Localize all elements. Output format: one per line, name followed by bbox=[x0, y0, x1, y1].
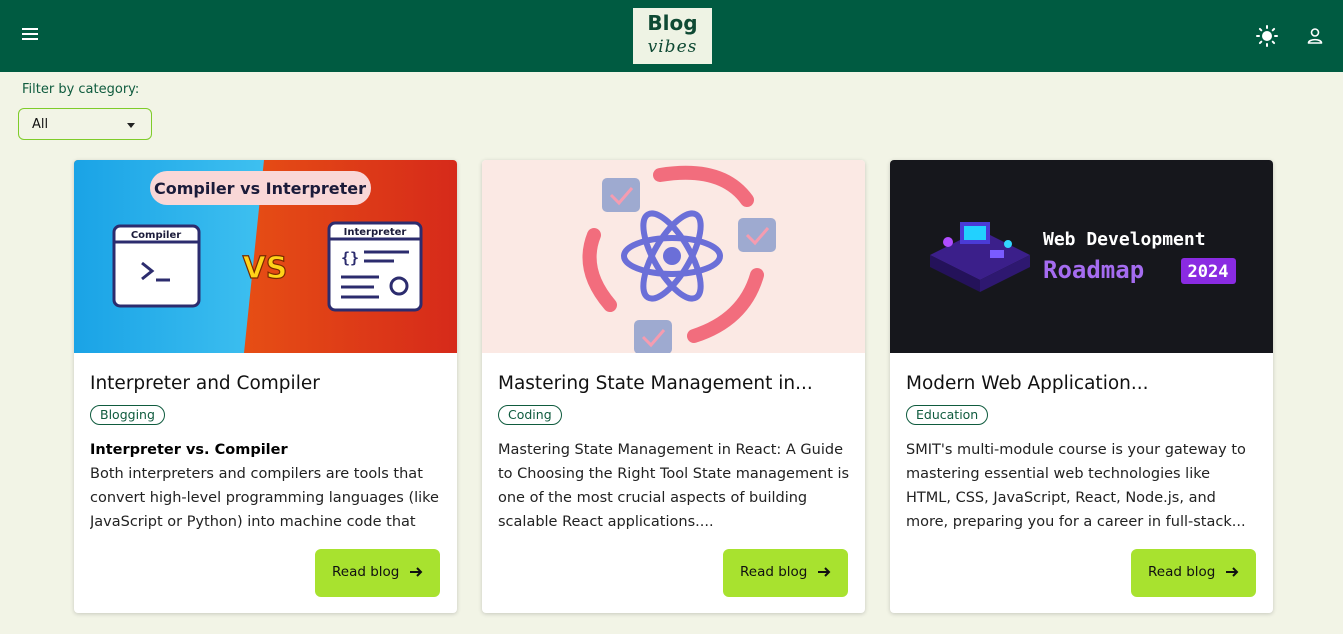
blog-card: Mastering State Management in... Coding … bbox=[482, 160, 865, 613]
top-navbar: Blog vibes bbox=[0, 0, 1343, 72]
arrow-right-icon bbox=[410, 567, 423, 577]
thumb-badge-text: 2024 bbox=[1188, 262, 1229, 282]
blog-card: Web Development Roadmap 2024 Modern Web … bbox=[890, 160, 1273, 613]
thumb-banner-text: Compiler vs Interpreter bbox=[154, 179, 366, 198]
chevron-down-icon bbox=[127, 123, 135, 128]
thumb-compiler-text: Compiler bbox=[131, 230, 181, 241]
read-blog-button[interactable]: Read blog bbox=[1131, 549, 1256, 597]
category-chip[interactable]: Coding bbox=[498, 405, 562, 425]
read-blog-button[interactable]: Read blog bbox=[723, 549, 848, 597]
blog-card: Compiler vs Interpreter Compiler VS Inte… bbox=[74, 160, 457, 613]
card-thumbnail: Web Development Roadmap 2024 bbox=[890, 160, 1273, 353]
thumb-line2-text: Roadmap bbox=[1043, 256, 1144, 284]
site-logo[interactable]: Blog vibes bbox=[633, 8, 712, 64]
read-blog-label: Read blog bbox=[740, 564, 808, 580]
logo-text-blog: Blog bbox=[647, 11, 698, 35]
read-blog-label: Read blog bbox=[332, 564, 400, 580]
card-excerpt: Interpreter vs. Compiler Both interprete… bbox=[90, 438, 442, 534]
category-select[interactable]: All bbox=[18, 108, 152, 140]
user-icon[interactable] bbox=[1306, 27, 1324, 45]
arrow-right-icon bbox=[818, 567, 831, 577]
card-thumbnail bbox=[482, 160, 865, 353]
card-excerpt: Mastering State Management in React: A G… bbox=[498, 442, 850, 530]
excerpt-text: Both interpreters and compilers are tool… bbox=[90, 466, 439, 530]
category-chip[interactable]: Blogging bbox=[90, 405, 165, 425]
category-select-value: All bbox=[32, 117, 49, 132]
excerpt-heading: Interpreter vs. Compiler bbox=[90, 442, 288, 458]
card-title[interactable]: Mastering State Management in... bbox=[498, 373, 850, 394]
card-thumbnail: Compiler vs Interpreter Compiler VS Inte… bbox=[74, 160, 457, 353]
menu-icon[interactable] bbox=[22, 28, 38, 42]
card-title[interactable]: Modern Web Application... bbox=[906, 373, 1258, 394]
thumb-line1-text: Web Development bbox=[1043, 229, 1206, 250]
filter-label: Filter by category: bbox=[22, 82, 140, 97]
read-blog-label: Read blog bbox=[1148, 564, 1216, 580]
card-title[interactable]: Interpreter and Compiler bbox=[90, 373, 442, 394]
arrow-right-icon bbox=[1226, 567, 1239, 577]
svg-text:{}: {} bbox=[341, 249, 359, 267]
read-blog-button[interactable]: Read blog bbox=[315, 549, 440, 597]
sun-icon[interactable] bbox=[1256, 25, 1278, 47]
logo-text-vibes: vibes bbox=[647, 37, 698, 57]
thumb-vs-text: VS bbox=[243, 251, 288, 286]
thumb-interpreter-text: Interpreter bbox=[344, 227, 407, 238]
card-excerpt: SMIT's multi-module course is your gatew… bbox=[906, 442, 1246, 530]
category-chip[interactable]: Education bbox=[906, 405, 989, 425]
